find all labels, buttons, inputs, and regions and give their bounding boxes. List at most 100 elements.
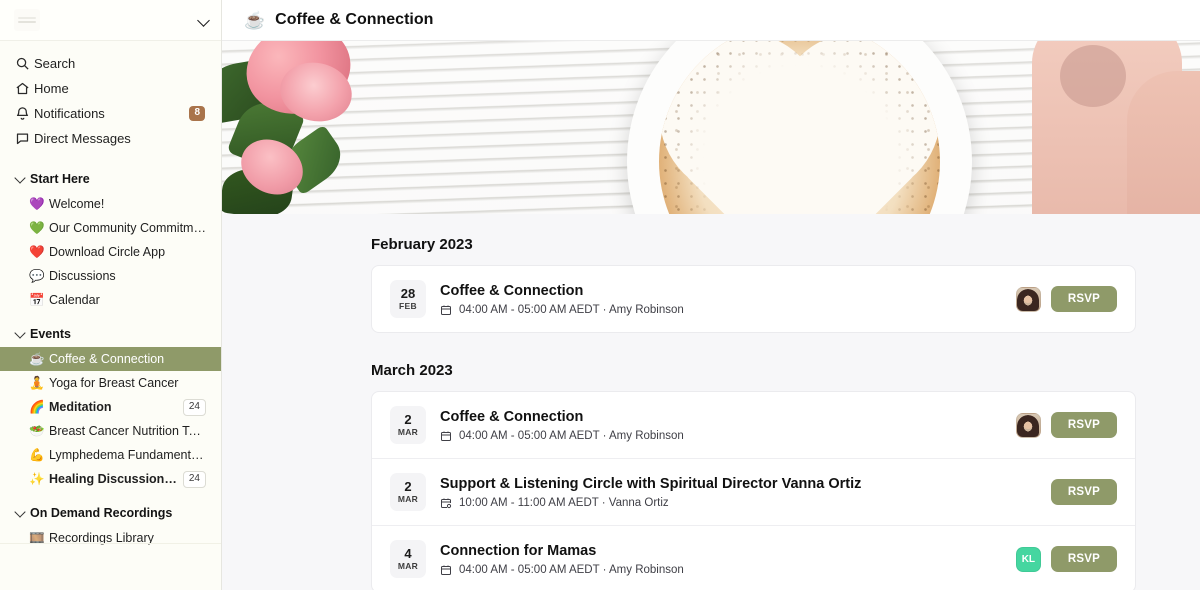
chevron-down-icon <box>14 327 30 341</box>
coffee-icon: ☕ <box>244 10 266 30</box>
events-card-march: 2 MAR Coffee & Connection 04:00 AM - 05:… <box>371 391 1136 590</box>
calendar-icon <box>440 304 452 316</box>
event-time-host: 04:00 AM - 05:00 AM AEDT · Amy Robinson <box>459 563 684 576</box>
event-time-host: 04:00 AM - 05:00 AM AEDT · Amy Robinson <box>459 429 684 442</box>
sidebar-item-coffee-and-connection[interactable]: ☕ Coffee & Connection <box>0 347 221 371</box>
sidebar-item-direct-messages[interactable]: Direct Messages <box>8 126 213 150</box>
sidebar-group-header[interactable]: Start Here <box>8 168 213 190</box>
sidebar-item-meditation[interactable]: 🌈 Meditation 24 <box>8 395 213 419</box>
month-heading: February 2023 <box>371 236 473 253</box>
event-month: MAR <box>397 494 419 505</box>
event-row[interactable]: 28 FEB Coffee & Connection 04:00 AM - 05… <box>372 266 1135 332</box>
sidebar-item-label: Breast Cancer Nutrition Topics <box>49 424 206 438</box>
sidebar-item-label: Search <box>34 55 76 71</box>
sidebar-group-header[interactable]: On Demand Recordings <box>8 502 213 524</box>
calendar-icon <box>440 564 452 576</box>
community-logo[interactable] <box>14 9 40 31</box>
events-card-february: 28 FEB Coffee & Connection 04:00 AM - 05… <box>371 265 1136 333</box>
sidebar-item-download-circle-app[interactable]: ❤️ Download Circle App <box>8 240 213 264</box>
salad-icon: 🥗 <box>29 423 45 438</box>
event-day: 4 <box>404 545 412 561</box>
sparkles-icon: ✨ <box>29 471 45 486</box>
space-banner-image <box>222 41 1200 214</box>
event-meta: 10:00 AM - 11:00 AM AEDT · Vanna Ortiz <box>440 497 1051 509</box>
bell-icon <box>15 105 34 121</box>
sidebar-group-events: Events ☕ Coffee & Connection 🧘 Yoga for … <box>0 323 221 491</box>
sidebar-item-yoga-for-breast-cancer[interactable]: 🧘 Yoga for Breast Cancer <box>8 371 213 395</box>
event-time-host: 10:00 AM - 11:00 AM AEDT · Vanna Ortiz <box>459 496 669 509</box>
event-row[interactable]: 2 MAR Support & Listening Circle with Sp… <box>372 458 1135 525</box>
sidebar-item-label: Welcome! <box>49 197 105 211</box>
sidebar-group-header[interactable]: Events <box>8 323 213 345</box>
message-icon <box>15 130 34 146</box>
sidebar-top-nav: Search Home Notifications 8 Direct Messa… <box>0 41 221 157</box>
avatar[interactable] <box>1015 286 1041 312</box>
sidebar-item-notifications[interactable]: Notifications 8 <box>8 101 213 125</box>
sidebar-item-lymphedema-fundamentals[interactable]: 💪 Lymphedema Fundamentals, Se... <box>8 443 213 467</box>
event-date-box: 28 FEB <box>390 280 426 318</box>
chevron-down-icon <box>14 506 30 520</box>
event-meta: 04:00 AM - 05:00 AM AEDT · Amy Robinson <box>440 304 1016 316</box>
fingernail-decoration <box>1060 45 1126 107</box>
sidebar-item-home[interactable]: Home <box>8 76 213 100</box>
rsvp-button[interactable]: RSVP <box>1050 412 1117 438</box>
event-meta: 04:00 AM - 05:00 AM AEDT · Amy Robinson <box>440 430 1016 442</box>
green-heart-icon: 💚 <box>29 220 45 235</box>
sidebar-item-label: Our Community Commitment <box>49 221 206 235</box>
sidebar-header <box>0 0 221 41</box>
sidebar-group-label: Start Here <box>30 172 90 186</box>
unread-count-badge: 24 <box>182 470 206 488</box>
rsvp-button[interactable]: RSVP <box>1050 286 1117 312</box>
rsvp-button[interactable]: RSVP <box>1050 546 1117 572</box>
flexed-biceps-icon: 💪 <box>29 447 45 462</box>
event-row[interactable]: 4 MAR Connection for Mamas 04:00 AM - 05… <box>372 525 1135 590</box>
sidebar-item-healing-discussions[interactable]: ✨ Healing Discussions & Int... 24 <box>8 467 213 491</box>
event-date-box: 2 MAR <box>390 473 426 511</box>
speech-balloon-icon: 💬 <box>29 268 45 283</box>
latte-cup-decoration <box>627 41 972 214</box>
event-date-box: 2 MAR <box>390 406 426 444</box>
event-title: Coffee & Connection <box>440 282 584 299</box>
hand-decoration <box>1127 71 1200 214</box>
roses-decoration <box>222 41 437 214</box>
sidebar-item-recordings-library[interactable]: 🎞️ Recordings Library <box>8 526 213 550</box>
sidebar-group-start-here: Start Here 💜 Welcome! 💚 Our Community Co… <box>0 168 221 312</box>
sidebar-item-label: Meditation <box>49 400 112 414</box>
sidebar-divider <box>0 543 221 544</box>
chevron-down-icon <box>14 172 30 186</box>
sidebar-item-label: Yoga for Breast Cancer <box>49 376 179 390</box>
chevron-down-icon[interactable] <box>197 13 211 27</box>
sidebar: Search Home Notifications 8 Direct Messa… <box>0 0 222 590</box>
calendar-repeat-icon <box>440 497 452 509</box>
calendar-icon <box>440 430 452 442</box>
event-month: MAR <box>397 561 419 572</box>
sidebar-item-label: Discussions <box>49 269 116 283</box>
event-day: 28 <box>400 285 416 301</box>
sidebar-item-our-community-commitment[interactable]: 💚 Our Community Commitment <box>8 216 213 240</box>
event-title: Coffee & Connection <box>440 408 584 425</box>
event-title: Connection for Mamas <box>440 542 597 559</box>
search-icon <box>15 55 34 71</box>
sidebar-item-search[interactable]: Search <box>8 51 213 75</box>
sidebar-item-welcome[interactable]: 💜 Welcome! <box>8 192 213 216</box>
events-list: February 2023 28 FEB Coffee & Connection <box>222 214 1200 590</box>
event-meta: 04:00 AM - 05:00 AM AEDT · Amy Robinson <box>440 564 1016 576</box>
avatar[interactable] <box>1015 412 1041 438</box>
sidebar-item-label: Lymphedema Fundamentals, Se... <box>49 448 206 462</box>
sidebar-item-calendar[interactable]: 📅 Calendar <box>8 288 213 312</box>
event-date-box: 4 MAR <box>390 540 426 578</box>
sidebar-item-label: Home <box>34 80 69 96</box>
page-title: Coffee & Connection <box>275 11 434 28</box>
event-month: FEB <box>399 301 417 312</box>
purple-heart-icon: 💜 <box>29 196 45 211</box>
event-row[interactable]: 2 MAR Coffee & Connection 04:00 AM - 05:… <box>372 392 1135 458</box>
sidebar-item-breast-cancer-nutrition-topics[interactable]: 🥗 Breast Cancer Nutrition Topics <box>8 419 213 443</box>
sidebar-group-label: On Demand Recordings <box>30 506 173 520</box>
sidebar-item-discussions[interactable]: 💬 Discussions <box>8 264 213 288</box>
avatar[interactable]: KL <box>1015 546 1041 572</box>
event-month: MAR <box>397 427 419 438</box>
red-heart-icon: ❤️ <box>29 244 45 259</box>
calendar-icon: 📅 <box>29 292 45 307</box>
event-day: 2 <box>404 411 412 427</box>
rsvp-button[interactable]: RSVP <box>1050 479 1117 505</box>
